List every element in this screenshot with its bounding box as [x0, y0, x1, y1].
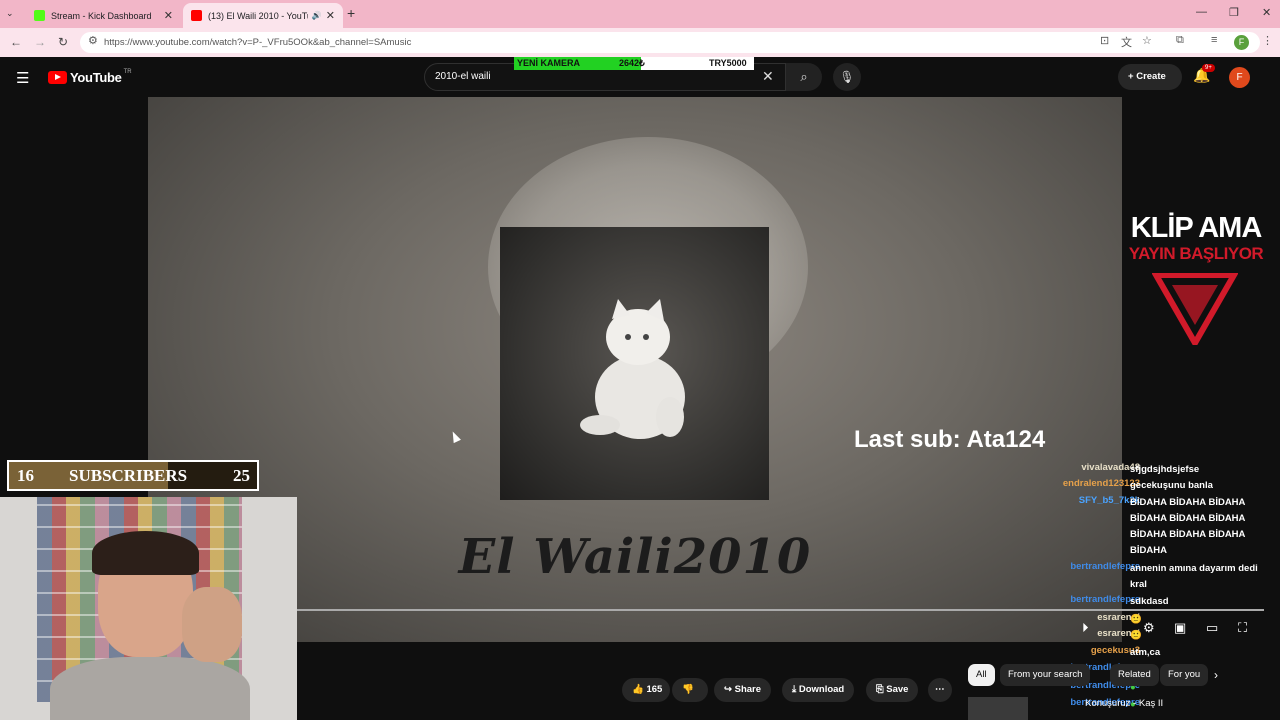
chat-text: sdkdasd — [1130, 596, 1169, 607]
youtube-logo[interactable]: YouTube TR — [48, 68, 132, 85]
share-button[interactable]: ↪ Share — [714, 678, 772, 702]
url-text: https://www.youtube.com/watch?v=P-_VFru5… — [104, 37, 412, 48]
chat-text: BİDAHA BİDAHA BİDAHA BİDAHA BİDAHA BİDAH… — [1130, 497, 1246, 556]
subscriber-goal-bar: 16 SUBSCRIBERS 25 — [7, 460, 259, 491]
bookmark-star-icon[interactable]: ☆ — [1142, 34, 1152, 47]
back-arrow-icon[interactable]: ← — [10, 35, 22, 49]
chat-text: sfjgdsjhdsjefse — [1130, 464, 1200, 475]
create-button[interactable]: + Create — [1118, 64, 1182, 90]
suggested-video-thumbnail[interactable] — [968, 697, 1028, 720]
download-label: Download — [798, 684, 845, 695]
goal-current: 2642₺ — [619, 58, 645, 68]
chevron-right-icon[interactable]: › — [1214, 668, 1218, 682]
clear-search-icon[interactable]: ✕ — [762, 68, 774, 85]
share-label: Share — [734, 684, 762, 695]
account-avatar[interactable]: F — [1229, 67, 1250, 88]
chip-related[interactable]: Related — [1110, 664, 1159, 686]
more-actions-button[interactable]: ⋯ — [928, 678, 952, 702]
install-icon[interactable]: ⊡ — [1100, 34, 1109, 47]
share-icon: ↪ — [724, 684, 735, 695]
thumbs-down-icon: 👎 — [682, 684, 694, 695]
webcam-feed — [0, 497, 297, 720]
country-code: TR — [123, 68, 132, 75]
yayin-basliyor-text: YAYIN BAŞLIYOR — [1128, 244, 1264, 263]
chat-text: atm,ca — [1130, 647, 1161, 658]
new-tab-plus-icon[interactable]: + — [347, 5, 355, 21]
youtube-play-icon — [48, 71, 67, 84]
chat-emote-icon: 🙂 — [1130, 630, 1142, 641]
donation-goal-banner: YENİ KAMERA 2642₺ TRY5000 — [514, 57, 754, 70]
bookmark-icon: ⎘ — [876, 684, 887, 695]
goal-label: YENİ KAMERA — [517, 58, 581, 68]
media-control-icon[interactable]: ≡ — [1211, 34, 1217, 46]
browser-menu-icon[interactable]: ⋮ — [1262, 34, 1273, 47]
save-button[interactable]: ⎘ Save — [866, 678, 919, 702]
address-bar[interactable]: https://www.youtube.com/watch?v=P-_VFru5… — [80, 32, 1260, 53]
youtube-favicon-icon — [191, 10, 202, 21]
goal-target: TRY5000 — [709, 58, 747, 68]
more-dots-icon: ⋯ — [935, 684, 945, 695]
dislike-button[interactable]: 👎 — [672, 678, 708, 702]
speaker-icon[interactable]: 🔊 — [312, 11, 322, 20]
plus-icon: + — [1128, 71, 1134, 82]
browser-toolbar: ← → ↻ https://www.youtube.com/watch?v=P-… — [0, 28, 1280, 57]
streamer-hair — [92, 531, 199, 575]
sub-target: 25 — [233, 466, 250, 485]
sfy-logo-icon — [1152, 273, 1238, 345]
klip-ama-text: KLİP AMA — [1130, 212, 1263, 244]
tab-youtube[interactable]: (13) El Waili 2010 - YouTube 🔊 ✕ — [183, 3, 343, 28]
browser-tab-strip: ⌄ Stream - Kick Dashboard ✕ (13) El Wail… — [0, 0, 1280, 28]
kick-favicon-icon — [34, 10, 45, 21]
translate-icon[interactable]: 文 — [1121, 34, 1132, 50]
extensions-icon[interactable]: ⧉ — [1176, 34, 1184, 47]
tab-close-icon[interactable]: ✕ — [326, 9, 335, 22]
stream-brand-overlay: KLİP AMA YAYIN BAŞLIYOR — [1122, 185, 1280, 365]
like-count: 165 — [646, 684, 663, 695]
streamer-body — [50, 657, 250, 720]
restore-icon[interactable]: ❐ — [1229, 6, 1239, 19]
chat-text: gecekuşunu banla — [1130, 480, 1213, 491]
download-icon: ⤓ — [792, 684, 799, 695]
forward-arrow-icon[interactable]: → — [34, 35, 46, 49]
search-value: 2010-el waili — [435, 71, 491, 82]
youtube-wordmark: YouTube — [70, 70, 122, 85]
chip-for-you[interactable]: For you — [1160, 664, 1209, 686]
chat-user: endralend123123 — [1062, 478, 1140, 489]
last-sub-label: Last sub: Ata124 — [854, 426, 1046, 453]
thumbs-up-icon: 👍 — [632, 684, 647, 695]
tab-title: Stream - Kick Dashboard — [51, 10, 152, 21]
chip-all[interactable]: All — [968, 664, 995, 686]
notification-count-badge: 9+ — [1202, 64, 1215, 72]
close-window-icon[interactable]: ✕ — [1262, 6, 1271, 19]
save-label: Save — [886, 684, 909, 695]
streamer-hand — [182, 587, 242, 662]
cat-thumbnail-image — [500, 227, 769, 500]
tab-search-chevron-icon[interactable]: ⌄ — [6, 8, 14, 19]
hamburger-menu-icon[interactable]: ☰ — [16, 69, 29, 87]
create-label: Create — [1136, 71, 1166, 82]
like-button[interactable]: 👍 165 — [622, 678, 670, 702]
search-button[interactable]: ⌕ — [786, 63, 822, 91]
tab-kick-dashboard[interactable]: Stream - Kick Dashboard ✕ — [26, 3, 181, 28]
browser-profile-avatar[interactable]: F — [1234, 35, 1249, 50]
voice-search-button[interactable]: 🎙 — [833, 63, 861, 91]
tab-close-icon[interactable]: ✕ — [164, 9, 173, 22]
sub-current: 16 — [17, 466, 34, 485]
sub-label: SUBSCRIBERS — [69, 466, 188, 485]
related-filter-chips: All From your search Related For you › — [968, 664, 1268, 686]
chat-emote-icon: 🙂 — [1130, 614, 1142, 625]
suggested-video-title[interactable]: Konuşuruz - Kaş II — [1085, 698, 1163, 709]
chip-from-your-search[interactable]: From your search — [1000, 664, 1091, 686]
site-info-icon[interactable]: ⚙ — [88, 34, 98, 47]
white-cat-illustration — [580, 299, 685, 439]
minimize-icon[interactable]: — — [1196, 6, 1207, 18]
reload-icon[interactable]: ↻ — [58, 35, 68, 49]
search-icon: ⌕ — [800, 69, 808, 84]
chat-text: annenin amına dayarım dedi kral — [1130, 563, 1258, 590]
microphone-icon: 🎙 — [839, 70, 855, 84]
tab-title: (13) El Waili 2010 - YouTube — [208, 10, 308, 21]
download-button[interactable]: ⤓ Download — [782, 678, 855, 702]
